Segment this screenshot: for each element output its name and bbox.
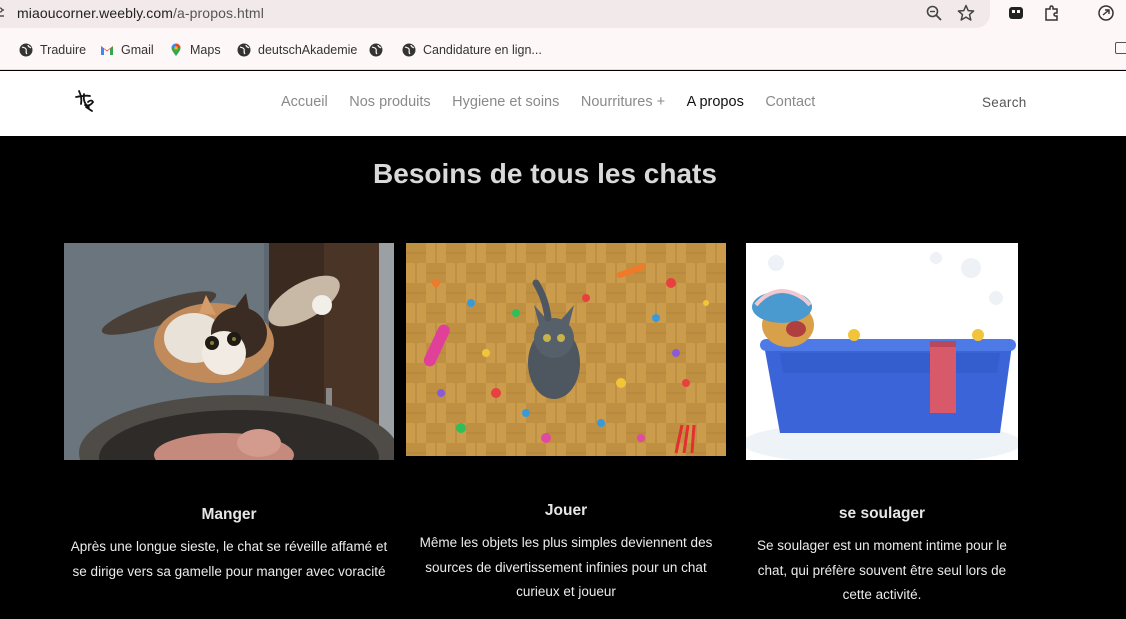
folder-icon[interactable] — [1115, 42, 1126, 54]
star-icon[interactable] — [957, 4, 975, 22]
cat-toys-image — [406, 243, 726, 456]
card-title-manger: Manger — [201, 506, 257, 523]
cat-eating-image — [64, 243, 394, 460]
zoom-icon[interactable] — [925, 4, 943, 22]
bookmark-label: Candidature en lign... — [423, 43, 542, 57]
nav-contact[interactable]: Contact — [765, 94, 815, 110]
nav-nourritures[interactable]: Nourritures + — [581, 94, 665, 110]
page-title: Besoins de tous les chats — [373, 158, 717, 189]
search-link[interactable]: Search — [982, 95, 1027, 110]
gmail-icon — [101, 46, 113, 55]
globe-icon — [402, 43, 416, 57]
url-text[interactable]: miaoucorner.weebly.com/a-propos.html — [17, 5, 264, 21]
nav-a-propos[interactable]: A propos — [687, 94, 744, 110]
main-nav: Accueil Nos produits Hygiene et soins No… — [281, 94, 837, 110]
browser-chrome: miaoucorner.weebly.com/a-propos.html Tra… — [0, 0, 1126, 70]
refresh-circle-icon[interactable] — [1097, 4, 1115, 22]
bookmark-candidature[interactable]: Candidature en lign... — [402, 41, 542, 59]
puzzle-icon[interactable] — [1043, 4, 1061, 22]
card-text-jouer: Même les objets les plus simples devienn… — [419, 535, 713, 599]
card-title-jouer: Jouer — [544, 502, 588, 519]
extension-tile-icon[interactable] — [1007, 4, 1025, 22]
card-text-se-soulager: Se soulager est un moment intime pour le… — [757, 538, 1007, 602]
nav-hygiene-et-soins[interactable]: Hygiene et soins — [452, 94, 559, 110]
globe-icon — [237, 43, 251, 57]
bookmark-traduire[interactable]: Traduire — [19, 41, 86, 59]
bookmark-gmail[interactable]: Gmail — [100, 41, 154, 59]
bookmark-label: Gmail — [121, 43, 154, 57]
bookmark-label: Traduire — [40, 43, 87, 57]
url-path: /a-propos.html — [173, 5, 264, 21]
bookmark-maps[interactable]: Maps — [169, 41, 221, 59]
cat-bath-image — [746, 243, 1018, 460]
card-image-eating — [64, 243, 394, 460]
card-image-playing — [406, 243, 726, 456]
bookmark-deutschakademie[interactable]: deutschAkademie — [237, 41, 357, 59]
bookmark-label: deutschAkademie — [258, 43, 358, 57]
url-domain: miaoucorner.weebly.com — [17, 5, 174, 21]
card-title-se-soulager: se soulager — [838, 505, 926, 522]
bookmark-globe[interactable] — [369, 41, 390, 59]
nav-accueil[interactable]: Accueil — [281, 94, 328, 110]
card-text-manger: Après une longue sieste, le chat se réve… — [70, 539, 388, 579]
card-image-bath — [746, 243, 1018, 460]
bookmark-label: Maps — [190, 43, 221, 57]
address-bar[interactable]: miaoucorner.weebly.com/a-propos.html — [0, 0, 990, 28]
bookmarks-bar: Traduire Gmail Maps deutschAkademie Cand… — [0, 36, 1126, 64]
main-content: Besoins de tous les chats Manger Après u… — [0, 136, 1126, 619]
maps-pin-icon — [171, 43, 181, 56]
tune-icon[interactable] — [0, 7, 4, 19]
logo[interactable] — [72, 88, 98, 114]
nav-nos-produits[interactable]: Nos produits — [349, 94, 430, 110]
site-header: Accueil Nos produits Hygiene et soins No… — [0, 71, 1126, 136]
globe-icon — [369, 43, 383, 57]
globe-icon — [19, 43, 33, 57]
